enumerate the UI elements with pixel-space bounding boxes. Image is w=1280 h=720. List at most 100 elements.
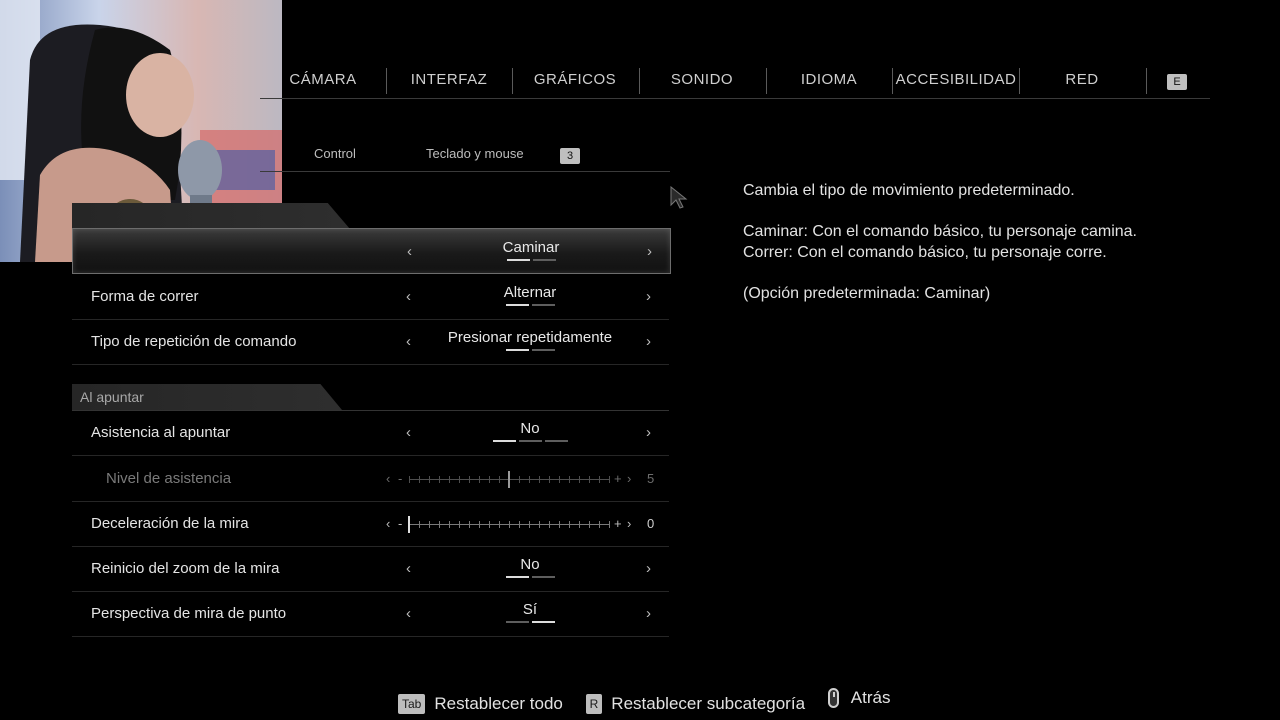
chevron-left-icon[interactable]: ‹	[406, 591, 411, 636]
setting-label: Nivel de asistencia	[106, 470, 232, 487]
chevron-right-icon[interactable]: ›	[646, 591, 651, 636]
slider-value: 5	[647, 471, 655, 486]
sub-category-tabs: Control Teclado y mouse 3	[260, 138, 670, 172]
slider-tick	[449, 521, 450, 528]
description-default: (Opción predeterminada: Caminar)	[743, 285, 991, 302]
slider-tick	[579, 521, 580, 528]
chevron-left-icon[interactable]: ‹	[406, 546, 411, 591]
step-dot	[531, 576, 555, 578]
setting-row-dot-sight[interactable]: Perspectiva de mira de punto ‹ Sí ›	[72, 591, 669, 637]
setting-row-aim-assist[interactable]: Asistencia al apuntar ‹ No ›	[72, 410, 669, 456]
setting-value: Presionar repetidamente	[447, 329, 613, 346]
tab-idioma[interactable]: IDIOMA	[766, 62, 892, 98]
tab-accesibilidad[interactable]: ACCESIBILIDAD	[892, 62, 1020, 98]
slider-tick	[539, 521, 540, 528]
reset-subcategory-button[interactable]: R Restablecer subcategoría	[585, 694, 806, 714]
mouse-right-click-icon	[827, 688, 839, 708]
section-header-movement	[72, 203, 350, 229]
section-header-aiming: Al apuntar	[72, 384, 342, 410]
tab-graficos[interactable]: GRÁFICOS	[512, 62, 638, 98]
setting-label: Reinicio del zoom de la mira	[91, 560, 280, 577]
plus-icon[interactable]: +	[614, 470, 622, 488]
slider-tick	[409, 476, 410, 483]
slider-tick	[529, 521, 530, 528]
tab-key-badge: Tab	[398, 694, 426, 714]
slider-value: 0	[647, 516, 655, 531]
chevron-left-icon[interactable]: ‹	[406, 410, 411, 455]
tab-camara[interactable]: CÁMARA	[260, 62, 386, 98]
next-subtab-key[interactable]: 3	[560, 146, 580, 164]
setting-value: No	[520, 556, 540, 573]
back-button[interactable]: Atrás	[827, 688, 890, 708]
setting-label: Deceleración de la mira	[91, 515, 249, 532]
chevron-right-icon[interactable]: ›	[627, 515, 631, 533]
mouse-cursor-icon	[670, 186, 688, 209]
tab-sonido[interactable]: SONIDO	[639, 62, 765, 98]
reset-all-button[interactable]: Tab Restablecer todo	[398, 694, 563, 714]
chevron-left-icon[interactable]: ‹	[406, 319, 411, 364]
setting-label: Asistencia al apuntar	[91, 424, 231, 441]
r-key-badge: R	[585, 694, 603, 714]
description-run: Correr: Con el comando básico, tu person…	[743, 244, 1107, 261]
setting-label: Forma de correr	[91, 288, 199, 305]
slider-tick	[599, 476, 600, 483]
chevron-right-icon[interactable]: ›	[627, 470, 631, 488]
chevron-left-icon[interactable]: ‹	[406, 274, 411, 319]
chevron-left-icon[interactable]: ‹	[407, 229, 412, 274]
slider-tick	[489, 521, 490, 528]
plus-icon[interactable]: +	[614, 515, 622, 533]
setting-row-command-repeat[interactable]: Tipo de repetición de comando ‹ Presiona…	[72, 319, 669, 365]
chevron-right-icon[interactable]: ›	[646, 319, 651, 364]
slider-tick	[419, 521, 420, 528]
chevron-right-icon[interactable]: ›	[646, 410, 651, 455]
slider-tick	[569, 521, 570, 528]
step-dot	[544, 440, 568, 442]
deceleration-slider[interactable]: ‹ - + ›	[382, 515, 632, 533]
slider-tick	[519, 476, 520, 483]
chevron-right-icon[interactable]: ›	[646, 546, 651, 591]
setting-row-run-mode[interactable]: Forma de correr ‹ Alternar ›	[72, 274, 669, 320]
slider-tick	[469, 521, 470, 528]
assist-level-slider[interactable]: ‹ - + ›	[382, 470, 632, 488]
chevron-right-icon[interactable]: ›	[647, 229, 652, 274]
slider-tick	[599, 521, 600, 528]
reset-all-label: Restablecer todo	[434, 694, 563, 713]
slider-tick	[559, 476, 560, 483]
chevron-left-icon[interactable]: ‹	[386, 470, 390, 488]
slider-tick	[549, 521, 550, 528]
setting-row-assist-level[interactable]: Nivel de asistencia ‹ - + › 5	[72, 456, 669, 502]
option-step-indicator	[422, 621, 638, 623]
tab-interfaz[interactable]: INTERFAZ	[386, 62, 512, 98]
chevron-left-icon[interactable]: ‹	[386, 515, 390, 533]
setting-value: Caminar	[502, 239, 560, 256]
slider-thumb[interactable]	[408, 516, 410, 533]
slider-tick	[489, 476, 490, 483]
minus-icon[interactable]: -	[398, 470, 402, 488]
slider-track[interactable]	[409, 471, 610, 488]
slider-tick	[469, 476, 470, 483]
step-dot	[531, 304, 555, 306]
slider-tick	[609, 476, 610, 483]
setting-row-aim-deceleration[interactable]: Deceleración de la mira ‹ - + › 0	[72, 501, 669, 547]
slider-tick	[429, 476, 430, 483]
setting-row-movement-type[interactable]: ‹ Caminar ›	[72, 228, 671, 274]
chevron-right-icon[interactable]: ›	[646, 274, 651, 319]
setting-value: Alternar	[503, 284, 557, 301]
slider-thumb[interactable]	[508, 471, 510, 488]
slider-track[interactable]	[408, 516, 610, 533]
next-tab-key[interactable]: E	[1167, 72, 1187, 90]
tab-red[interactable]: RED	[1019, 62, 1145, 98]
step-dot-active	[505, 304, 529, 306]
option-step-indicator	[422, 576, 638, 578]
subtab-teclado-mouse[interactable]: Teclado y mouse	[426, 138, 524, 170]
slider-tick	[499, 521, 500, 528]
subtab-control[interactable]: Control	[314, 138, 356, 170]
setting-description: Cambia el tipo de movimiento predetermin…	[743, 180, 1243, 324]
slider-tick	[549, 476, 550, 483]
step-dot	[531, 349, 555, 351]
minus-icon[interactable]: -	[398, 515, 402, 533]
footer-controls: Tab Restablecer todo R Restablecer subca…	[398, 688, 908, 714]
slider-tick	[519, 521, 520, 528]
reset-subcategory-label: Restablecer subcategoría	[611, 694, 806, 713]
setting-row-zoom-reset[interactable]: Reinicio del zoom de la mira ‹ No ›	[72, 546, 669, 592]
